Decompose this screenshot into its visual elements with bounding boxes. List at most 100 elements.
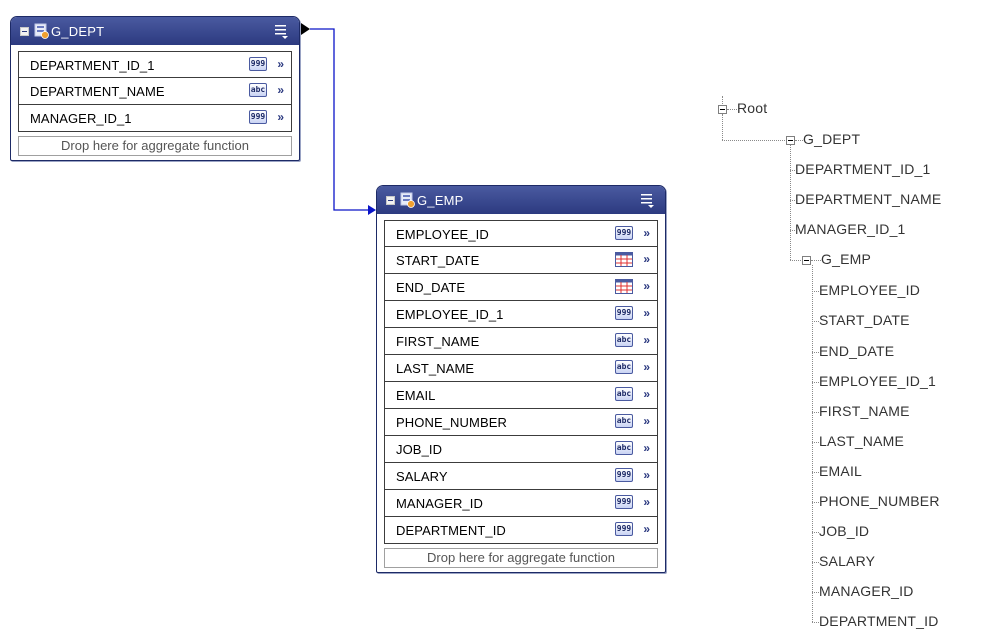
- double-chevron-right-icon[interactable]: »: [277, 57, 284, 71]
- tree-node-label[interactable]: G_DEPT: [803, 131, 860, 147]
- field-row[interactable]: START_DATE »: [384, 247, 658, 274]
- number-type-icon[interactable]: 999: [615, 468, 633, 482]
- tree-node-label[interactable]: DEPARTMENT_ID_1: [795, 161, 931, 177]
- field-row[interactable]: EMAIL abc »: [384, 382, 658, 409]
- double-chevron-right-icon[interactable]: »: [643, 333, 650, 347]
- dept-group-box[interactable]: G_DEPT DEPARTMENT_ID_1 999» DEPARTMENT_NAM…: [10, 16, 300, 161]
- double-chevron-right-icon[interactable]: »: [643, 495, 650, 509]
- double-chevron-right-icon[interactable]: »: [643, 306, 650, 320]
- aggregate-drop-zone[interactable]: Drop here for aggregate function: [384, 548, 658, 568]
- field-name: EMAIL: [396, 388, 436, 403]
- field-row[interactable]: MANAGER_ID_1 999 »: [18, 105, 292, 132]
- tree-collapse-icon[interactable]: [718, 105, 727, 114]
- field-name: DEPARTMENT_NAME: [30, 84, 165, 99]
- number-type-icon[interactable]: 999: [615, 522, 633, 536]
- field-row[interactable]: PHONE_NUMBER abc »: [384, 409, 658, 436]
- tree-node-label[interactable]: END_DATE: [819, 343, 894, 359]
- text-type-icon[interactable]: abc: [615, 441, 633, 455]
- field-name: MANAGER_ID: [396, 496, 483, 511]
- tree-node-label[interactable]: DEPARTMENT_ID: [819, 613, 939, 629]
- group-menu-icon[interactable]: [641, 192, 655, 208]
- tree-node-label[interactable]: START_DATE: [819, 312, 910, 328]
- tree-connector: [812, 291, 819, 293]
- double-chevron-right-icon[interactable]: »: [277, 83, 284, 97]
- field-row[interactable]: FIRST_NAME abc »: [384, 328, 658, 355]
- data-group-icon: [400, 192, 415, 208]
- tree-node-label[interactable]: EMPLOYEE_ID_1: [819, 373, 936, 389]
- field-name: EMPLOYEE_ID_1: [396, 307, 504, 322]
- double-chevron-right-icon[interactable]: »: [643, 360, 650, 374]
- field-row[interactable]: MANAGER_ID 999 »: [384, 490, 658, 517]
- tree-node-label[interactable]: MANAGER_ID: [819, 583, 914, 599]
- double-chevron-right-icon[interactable]: »: [643, 252, 650, 266]
- tree-connector: [812, 321, 819, 323]
- field-row[interactable]: JOB_ID abc »: [384, 436, 658, 463]
- double-chevron-right-icon[interactable]: »: [643, 387, 650, 401]
- emp-group-header[interactable]: G_EMP: [377, 186, 665, 214]
- field-row[interactable]: LAST_NAME abc »: [384, 355, 658, 382]
- tree-node-label[interactable]: JOB_ID: [819, 523, 869, 539]
- tree-connector: [790, 260, 801, 262]
- tree-node-label[interactable]: G_EMP: [821, 251, 871, 267]
- group-menu-icon[interactable]: [275, 23, 289, 39]
- collapse-icon[interactable]: [386, 196, 395, 205]
- double-chevron-right-icon[interactable]: »: [643, 468, 650, 482]
- tree-node-label[interactable]: LAST_NAME: [819, 433, 904, 449]
- tree-connector: [812, 265, 813, 623]
- tree-collapse-icon[interactable]: [802, 256, 811, 266]
- dept-group-header[interactable]: G_DEPT: [11, 17, 299, 45]
- field-name: FIRST_NAME: [396, 334, 480, 349]
- field-name: LAST_NAME: [396, 361, 475, 376]
- dept-fields-list: DEPARTMENT_ID_1 999» DEPARTMENT_NAME abc» MA…: [11, 45, 299, 160]
- tree-collapse-icon[interactable]: [786, 136, 795, 145]
- date-type-icon[interactable]: [615, 252, 633, 267]
- field-row[interactable]: DEPARTMENT_ID_1 999 »: [18, 51, 292, 78]
- field-row[interactable]: EMPLOYEE_ID 999 »: [384, 220, 658, 247]
- tree-connector: [722, 114, 723, 140]
- tree-node-label[interactable]: MANAGER_ID_1: [795, 221, 906, 237]
- tree-node-label[interactable]: FIRST_NAME: [819, 403, 910, 419]
- double-chevron-right-icon[interactable]: »: [643, 279, 650, 293]
- tree-node-label[interactable]: EMPLOYEE_ID: [819, 282, 920, 298]
- tree-connector: [812, 411, 819, 413]
- double-chevron-right-icon[interactable]: »: [277, 110, 284, 124]
- field-row[interactable]: EMPLOYEE_ID_1 999 »: [384, 301, 658, 328]
- emp-fields-list: EMPLOYEE_ID 999» START_DATE» END_DATE» EMPLO…: [377, 214, 665, 572]
- double-chevron-right-icon[interactable]: »: [643, 414, 650, 428]
- field-name: PHONE_NUMBER: [396, 415, 507, 430]
- text-type-icon[interactable]: abc: [615, 360, 633, 374]
- field-name: JOB_ID: [396, 442, 443, 457]
- aggregate-drop-zone[interactable]: Drop here for aggregate function: [18, 136, 292, 156]
- double-chevron-right-icon[interactable]: »: [643, 441, 650, 455]
- tree-node-label[interactable]: SALARY: [819, 553, 875, 569]
- text-type-icon[interactable]: abc: [615, 333, 633, 347]
- tree-node-label[interactable]: EMAIL: [819, 463, 862, 479]
- number-type-icon[interactable]: 999: [615, 226, 633, 240]
- tree-node-label[interactable]: DEPARTMENT_NAME: [795, 191, 941, 207]
- tree-connector: [812, 502, 819, 503]
- text-type-icon[interactable]: abc: [615, 414, 633, 428]
- emp-group-box[interactable]: G_EMP EMPLOYEE_ID 999» START_DATE» END_DATE…: [376, 185, 666, 573]
- field-row[interactable]: DEPARTMENT_NAME abc »: [18, 78, 292, 105]
- double-chevron-right-icon[interactable]: »: [643, 226, 650, 240]
- tree-connector: [727, 109, 737, 110]
- date-type-icon[interactable]: [615, 279, 633, 294]
- field-row[interactable]: DEPARTMENT_ID 999 »: [384, 517, 658, 544]
- tree-connector: [722, 140, 785, 141]
- field-name: SALARY: [396, 469, 448, 484]
- tree-connector: [812, 381, 819, 383]
- field-row[interactable]: SALARY 999 »: [384, 463, 658, 490]
- number-type-icon[interactable]: 999: [615, 306, 633, 320]
- double-chevron-right-icon[interactable]: »: [643, 522, 650, 536]
- tree-connector: [812, 441, 819, 443]
- collapse-icon[interactable]: [20, 27, 29, 36]
- number-type-icon[interactable]: 999: [615, 495, 633, 509]
- tree-node-label[interactable]: Root: [737, 100, 767, 116]
- number-type-icon[interactable]: 999: [249, 110, 267, 124]
- text-type-icon[interactable]: abc: [249, 83, 267, 97]
- tree-node-label[interactable]: PHONE_NUMBER: [819, 493, 940, 509]
- tree-connector: [812, 592, 819, 594]
- number-type-icon[interactable]: 999: [249, 57, 267, 71]
- text-type-icon[interactable]: abc: [615, 387, 633, 401]
- field-row[interactable]: END_DATE »: [384, 274, 658, 301]
